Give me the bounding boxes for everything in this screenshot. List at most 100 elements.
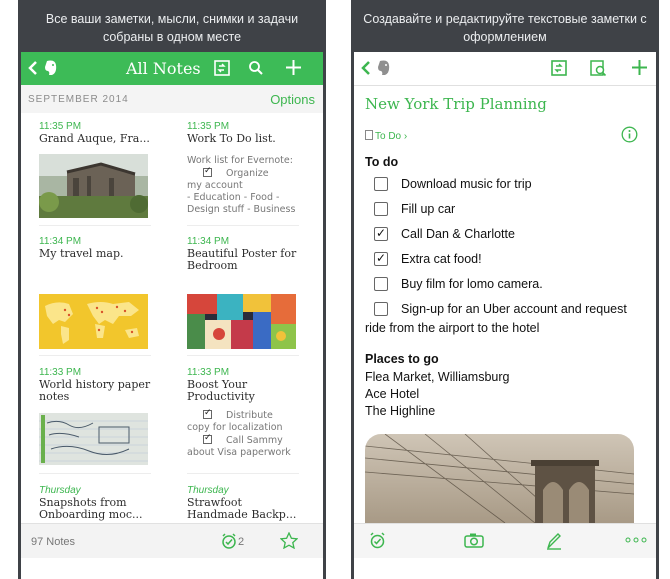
- place-item: The Highline: [365, 404, 436, 418]
- notebook-link[interactable]: To Do ›: [365, 129, 407, 142]
- reminder-count: 2: [238, 536, 245, 548]
- note-editor-screen: New York Trip Planning To Do › To do Dow…: [354, 52, 656, 579]
- paper-notes-thumbnail[interactable]: [39, 413, 148, 465]
- note-card[interactable]: Thursday Strawfoot Handmade Backp...: [187, 485, 305, 521]
- note-preview-line: Design stuff - Business: [187, 204, 296, 215]
- reminder-icon[interactable]: [369, 532, 386, 549]
- bridge-photo[interactable]: [365, 434, 634, 523]
- note-title[interactable]: New York Trip Planning: [365, 95, 547, 113]
- note-toolbar: [354, 52, 656, 86]
- note-check-label: Distribute: [226, 410, 273, 421]
- note-body[interactable]: To do Download music for trip Fill up ca…: [365, 154, 650, 419]
- note-preview-check-row: Call Sammy: [187, 432, 305, 447]
- note-preview: Work list for Evernote: Organize my acco…: [187, 155, 305, 216]
- note-preview-line: - Education - Food -: [187, 192, 280, 203]
- note-preview-line: my account: [187, 180, 243, 191]
- todo-checkbox[interactable]: [374, 250, 388, 266]
- left-caption: Все ваши заметки, мысли, снимки и задачи…: [18, 10, 326, 46]
- camera-icon[interactable]: [464, 533, 484, 548]
- notebook-name: To Do: [375, 131, 402, 142]
- note-editor-footer: [354, 523, 656, 558]
- todo-item: Call Dan & Charlotte: [365, 225, 650, 251]
- divider: [187, 473, 299, 474]
- right-screenshot-panel: Создавайте и редактируйте текстовые заме…: [351, 0, 659, 579]
- places-heading: Places to go: [365, 352, 439, 366]
- barn-photo-thumbnail[interactable]: [39, 154, 148, 218]
- note-check-label: Organize: [226, 168, 269, 179]
- notebook-icon: [365, 130, 373, 140]
- elephant-icon[interactable]: [376, 59, 392, 77]
- note-title-line2: Bedroom: [187, 259, 238, 272]
- todo-checkbox[interactable]: [374, 202, 388, 216]
- todo-label: Fill up car: [401, 202, 456, 216]
- travel-map-thumbnail[interactable]: [39, 294, 148, 349]
- elephant-icon[interactable]: [43, 59, 59, 77]
- divider: [39, 473, 151, 474]
- note-card[interactable]: 11:35 PM Work To Do list. Work list for …: [187, 121, 305, 216]
- notes-footer: 97 Notes 2: [21, 523, 323, 558]
- back-icon[interactable]: [27, 60, 39, 76]
- note-title-line2: Handmade Backp...: [187, 508, 297, 521]
- add-icon[interactable]: [285, 59, 302, 76]
- right-caption: Создавайте и редактируйте текстовые заме…: [351, 10, 659, 46]
- add-icon[interactable]: [631, 59, 648, 76]
- note-title: Grand Auque, Fra...: [39, 132, 150, 145]
- todo-item: Fill up car: [365, 201, 650, 226]
- reminder-icon[interactable]: [221, 533, 237, 549]
- info-icon[interactable]: [621, 126, 638, 143]
- note-preview-check-row: Organize: [187, 165, 305, 180]
- note-preview-check-row: Distribute: [187, 407, 305, 422]
- options-button[interactable]: Options: [270, 92, 315, 107]
- poster-thumbnail[interactable]: [187, 294, 296, 349]
- right-caption-line1: Создавайте и редактируйте текстовые заме…: [363, 12, 647, 26]
- note-check-label: Call Sammy: [226, 435, 283, 446]
- sync-icon[interactable]: [214, 60, 232, 77]
- checkbox-icon: [203, 165, 212, 177]
- todo-label-continued: ride from the airport to the hotel: [365, 321, 540, 335]
- shortcuts-star-icon[interactable]: [280, 532, 298, 549]
- back-icon[interactable]: [360, 60, 372, 76]
- divider: [187, 355, 299, 356]
- left-caption-line1: Все ваши заметки, мысли, снимки и задачи: [45, 12, 299, 26]
- left-screenshot-panel: Все ваши заметки, мысли, снимки и задачи…: [18, 0, 326, 579]
- note-card[interactable]: 11:35 PM Grand Auque, Fra...: [39, 121, 157, 145]
- right-caption-line2: оформлением: [463, 30, 547, 44]
- note-info-icon[interactable]: [590, 60, 607, 77]
- chevron-right-icon: ›: [401, 131, 408, 142]
- divider: [39, 355, 151, 356]
- todo-checkbox[interactable]: [374, 225, 388, 241]
- note-title-line2: notes: [39, 390, 70, 403]
- todo-checkbox[interactable]: [374, 302, 388, 316]
- todo-label: Call Dan & Charlotte: [401, 227, 515, 241]
- pen-icon[interactable]: [546, 531, 562, 550]
- more-icon[interactable]: [625, 537, 647, 543]
- todo-label: Buy film for lomo camera.: [401, 277, 543, 291]
- section-date: SEPTEMBER 2014: [28, 94, 129, 105]
- todo-label: Extra cat food!: [401, 252, 482, 266]
- note-card[interactable]: Thursday Snapshots from Onboarding moc..…: [39, 485, 157, 521]
- place-item: Ace Hotel: [365, 387, 420, 401]
- todo-item: Extra cat food!: [365, 250, 650, 276]
- todo-item: Sign-up for an Uber account and request …: [365, 301, 650, 345]
- checkbox-icon: [203, 432, 212, 444]
- page-title: All Notes: [126, 59, 201, 78]
- divider: [39, 225, 151, 226]
- note-preview-line: about Visa paperwork: [187, 447, 291, 458]
- note-card[interactable]: 11:34 PM Beautiful Poster for Bedroom: [187, 236, 305, 272]
- sync-icon[interactable]: [551, 60, 569, 77]
- search-icon[interactable]: [248, 60, 264, 76]
- notes-grid: 11:35 PM Grand Auque, Fra... 11:35 PM Wo…: [21, 113, 323, 523]
- todo-heading: To do: [365, 155, 399, 169]
- note-card[interactable]: 11:34 PM My travel map.: [39, 236, 157, 260]
- all-notes-toolbar: All Notes: [21, 52, 323, 85]
- note-preview: Distribute copy for localization Call Sa…: [187, 407, 305, 459]
- place-item: Flea Market, Williamsburg: [365, 370, 510, 384]
- all-notes-screen: All Notes SEPTEMBER 2014 Options 11:35 P…: [21, 52, 323, 579]
- todo-label: Sign-up for an Uber account and request: [401, 302, 627, 316]
- note-card[interactable]: 11:33 PM World history paper notes: [39, 367, 157, 403]
- todo-checkbox[interactable]: [374, 177, 388, 191]
- note-title: My travel map.: [39, 247, 124, 260]
- note-card[interactable]: 11:33 PM Boost Your Productivity Distrib…: [187, 367, 305, 459]
- todo-checkbox[interactable]: [374, 277, 388, 291]
- note-title: Work To Do list.: [187, 132, 276, 145]
